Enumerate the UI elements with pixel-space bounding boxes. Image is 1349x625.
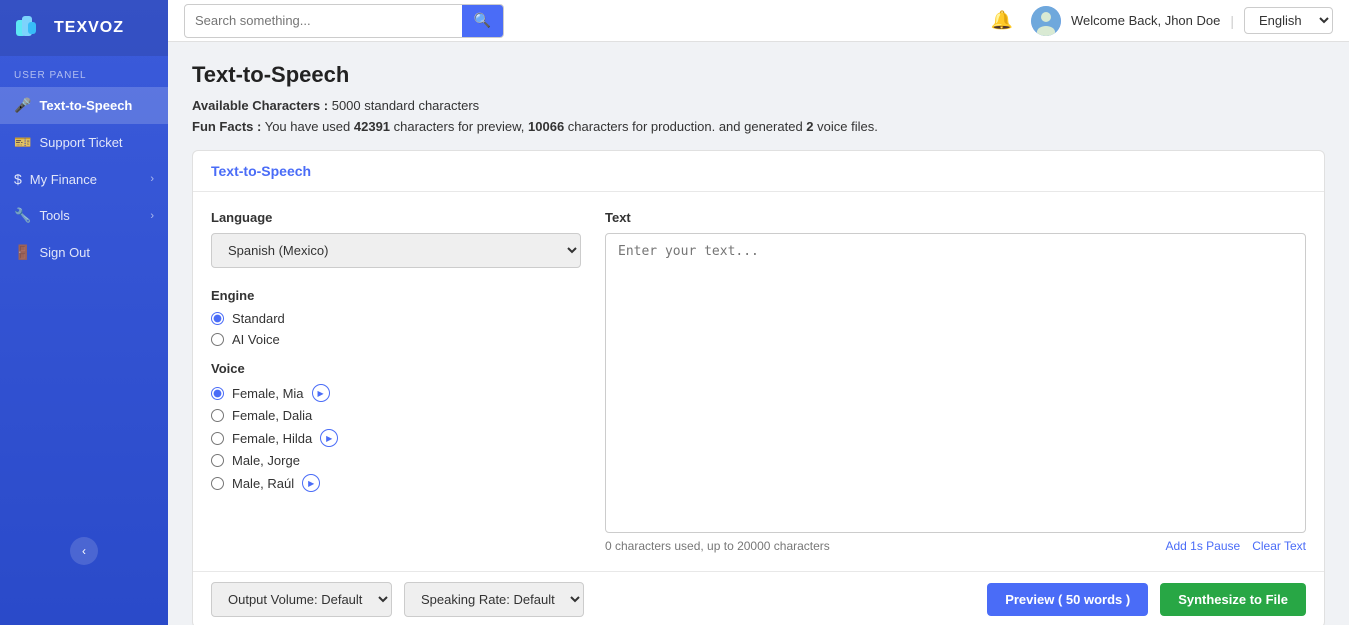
- sidebar-item-label: My Finance: [30, 172, 97, 187]
- engine-ai-voice-option[interactable]: AI Voice: [211, 332, 581, 347]
- production-count: 10066: [528, 119, 564, 134]
- voice-male-raul-label: Male, Raúl: [232, 476, 294, 491]
- welcome-text: Welcome Back, Jhon Doe: [1071, 13, 1220, 28]
- main-area: 🔍 🔔 Welcome Back, Jhon Doe | English Spa…: [168, 0, 1349, 625]
- sidebar-item-label: Support Ticket: [39, 135, 122, 150]
- preview-count: 42391: [354, 119, 390, 134]
- play-mia-icon[interactable]: ▶: [312, 384, 330, 402]
- page-title: Text-to-Speech: [192, 62, 1325, 88]
- char-count-text: 0 characters used, up to 20000 character…: [605, 539, 830, 553]
- voice-female-dalia-radio[interactable]: [211, 409, 224, 422]
- speaking-rate-select[interactable]: Speaking Rate: Default Speaking Rate: Sl…: [404, 582, 584, 617]
- signout-icon: 🚪: [14, 244, 31, 261]
- voice-female-hilda-radio[interactable]: [211, 432, 224, 445]
- search-wrapper: 🔍: [184, 4, 504, 38]
- voice-female-dalia-option[interactable]: Female, Dalia: [211, 408, 581, 423]
- collapse-icon: ‹: [82, 544, 86, 558]
- voice-male-jorge-option[interactable]: Male, Jorge: [211, 453, 581, 468]
- header: 🔍 🔔 Welcome Back, Jhon Doe | English Spa…: [168, 0, 1349, 42]
- voice-female-hilda-label: Female, Hilda: [232, 431, 312, 446]
- engine-standard-radio[interactable]: [211, 312, 224, 325]
- content-area: Text-to-Speech Available Characters : 50…: [168, 42, 1349, 625]
- chevron-right-icon: ›: [150, 210, 154, 222]
- logo-text: TEXVOZ: [54, 19, 124, 37]
- card-footer: Output Volume: Default Output Volume: Lo…: [193, 571, 1324, 625]
- voice-male-raul-option[interactable]: Male, Raúl ▶: [211, 474, 581, 492]
- char-count-row: 0 characters used, up to 20000 character…: [605, 539, 1306, 553]
- sidebar-item-label: Text-to-Speech: [39, 98, 132, 113]
- ticket-icon: 🎫: [14, 134, 31, 151]
- play-raul-icon[interactable]: ▶: [302, 474, 320, 492]
- sidebar-item-sign-out[interactable]: 🚪 Sign Out: [0, 234, 168, 271]
- sidebar-collapse-button[interactable]: ‹: [70, 537, 98, 565]
- voice-female-mia-label: Female, Mia: [232, 386, 304, 401]
- voice-female-dalia-label: Female, Dalia: [232, 408, 312, 423]
- language-select[interactable]: Spanish (Mexico) English (US) English (U…: [211, 233, 581, 268]
- sidebar: TEXVOZ USER PANEL 🎤 Text-to-Speech 🎫 Sup…: [0, 0, 168, 625]
- texvoz-logo-icon: [14, 12, 46, 44]
- engine-standard-option[interactable]: Standard: [211, 311, 581, 326]
- search-button[interactable]: 🔍: [462, 5, 503, 37]
- available-chars-info: Available Characters : 5000 standard cha…: [192, 98, 1325, 113]
- avatar: [1031, 6, 1061, 36]
- engine-label: Engine: [211, 288, 581, 303]
- fun-facts-info: Fun Facts : You have used 42391 characte…: [192, 119, 1325, 134]
- text-textarea[interactable]: [605, 233, 1306, 533]
- sidebar-item-label: Sign Out: [39, 245, 90, 260]
- voice-female-mia-radio[interactable]: [211, 387, 224, 400]
- tools-icon: 🔧: [14, 207, 31, 224]
- notification-bell-icon[interactable]: 🔔: [983, 10, 1021, 31]
- engine-standard-label: Standard: [232, 311, 285, 326]
- sidebar-item-text-to-speech[interactable]: 🎤 Text-to-Speech: [0, 87, 168, 124]
- engine-ai-voice-radio[interactable]: [211, 333, 224, 346]
- text-actions: Add 1s Pause Clear Text: [1165, 539, 1306, 553]
- chevron-right-icon: ›: [150, 173, 154, 185]
- play-hilda-icon[interactable]: ▶: [320, 429, 338, 447]
- add-pause-button[interactable]: Add 1s Pause: [1165, 539, 1240, 553]
- tts-card-body: Language Spanish (Mexico) English (US) E…: [193, 192, 1324, 571]
- preview-button[interactable]: Preview ( 50 words ): [987, 583, 1148, 616]
- engine-ai-voice-label: AI Voice: [232, 332, 280, 347]
- sidebar-item-my-finance[interactable]: $ My Finance ›: [0, 161, 168, 197]
- language-label: Language: [211, 210, 581, 225]
- engine-radio-group: Standard AI Voice: [211, 311, 581, 347]
- search-icon: 🔍: [474, 12, 491, 29]
- clear-text-button[interactable]: Clear Text: [1252, 539, 1306, 553]
- available-chars-label: Available Characters :: [192, 98, 328, 113]
- voice-male-jorge-label: Male, Jorge: [232, 453, 300, 468]
- output-volume-select[interactable]: Output Volume: Default Output Volume: Lo…: [211, 582, 392, 617]
- language-selector[interactable]: English Spanish: [1244, 7, 1333, 34]
- tts-card: Text-to-Speech Language Spanish (Mexico)…: [192, 150, 1325, 625]
- sidebar-section-label: USER PANEL: [0, 56, 168, 87]
- voice-label: Voice: [211, 361, 581, 376]
- tts-icon: 🎤: [14, 97, 31, 114]
- voice-files-count: 2: [806, 119, 813, 134]
- search-input[interactable]: [185, 7, 462, 34]
- synthesize-button[interactable]: Synthesize to File: [1160, 583, 1306, 616]
- tts-card-header: Text-to-Speech: [193, 151, 1324, 192]
- right-panel: Text 0 characters used, up to 20000 char…: [605, 210, 1306, 553]
- voice-female-mia-option[interactable]: Female, Mia ▶: [211, 384, 581, 402]
- sidebar-item-label: Tools: [39, 208, 69, 223]
- fun-facts-label: Fun Facts :: [192, 119, 261, 134]
- sidebar-item-tools[interactable]: 🔧 Tools ›: [0, 197, 168, 234]
- sidebar-item-support-ticket[interactable]: 🎫 Support Ticket: [0, 124, 168, 161]
- text-label: Text: [605, 210, 1306, 225]
- available-chars-value: 5000 standard characters: [332, 98, 479, 113]
- sidebar-logo[interactable]: TEXVOZ: [0, 0, 168, 56]
- voice-male-raul-radio[interactable]: [211, 477, 224, 490]
- voice-male-jorge-radio[interactable]: [211, 454, 224, 467]
- finance-icon: $: [14, 171, 22, 187]
- voice-radio-group: Female, Mia ▶ Female, Dalia Female, Hild…: [211, 384, 581, 492]
- voice-female-hilda-option[interactable]: Female, Hilda ▶: [211, 429, 581, 447]
- left-panel: Language Spanish (Mexico) English (US) E…: [211, 210, 581, 553]
